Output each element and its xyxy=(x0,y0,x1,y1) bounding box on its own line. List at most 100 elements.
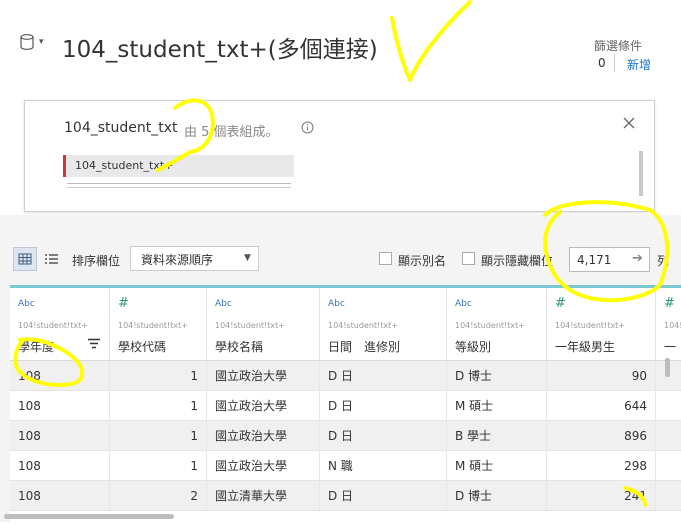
table-cell[interactable]: D 博士 xyxy=(447,481,547,511)
column-source: 104!student!txt+ xyxy=(664,321,681,330)
header-row: Abc 104!student!txt+ 學年度 # 104!student!t… xyxy=(10,288,681,361)
table-cell[interactable]: 國立政治大學 xyxy=(207,361,320,391)
table-row[interactable]: 108 1 國立政治大學 N 職 M 碩士 298 xyxy=(10,451,681,481)
cell-value: 108 xyxy=(18,399,41,413)
table-cell[interactable] xyxy=(656,451,681,481)
table-cell[interactable]: N 職 xyxy=(320,451,447,481)
table-cell[interactable] xyxy=(656,391,681,421)
number-type-icon[interactable]: # xyxy=(118,296,129,311)
cell-value: 1 xyxy=(190,399,198,413)
cell-value: 國立政治大學 xyxy=(215,429,288,443)
panel-scrollbar[interactable] xyxy=(639,151,643,196)
table-cell[interactable]: 108 xyxy=(10,361,110,391)
number-type-icon[interactable]: # xyxy=(664,296,675,311)
filters-divider xyxy=(614,54,615,72)
arrow-right-icon[interactable]: ➔ xyxy=(632,251,643,266)
sort-icon[interactable] xyxy=(88,338,100,349)
cell-value: D 博士 xyxy=(455,489,493,503)
column-header[interactable]: Abc 104!student!txt+ 等級別 xyxy=(447,288,547,360)
table-cell[interactable]: 1 xyxy=(110,361,207,391)
table-cell[interactable]: 108 xyxy=(10,481,110,511)
column-name: 學年度 xyxy=(18,340,55,354)
table-cell[interactable]: D 日 xyxy=(320,481,447,511)
column-source: 104!student!txt+ xyxy=(18,321,88,330)
table-cell[interactable]: 108 xyxy=(10,391,110,421)
cell-value: 241 xyxy=(624,489,647,503)
table-cell[interactable]: D 日 xyxy=(320,421,447,451)
column-source: 104!student!txt+ xyxy=(118,321,188,330)
table-cell[interactable] xyxy=(656,481,681,511)
table-pill-label: 104_student_txt+ xyxy=(75,159,174,172)
table-cell[interactable]: 國立清華大學 xyxy=(207,481,320,511)
datasource-title[interactable]: 104_student_txt+(多個連接) xyxy=(62,30,378,64)
info-icon[interactable] xyxy=(301,121,314,134)
connection-description: 由 5 個表組成。 xyxy=(184,125,279,140)
string-type-icon[interactable]: Abc xyxy=(455,299,472,309)
table-cell[interactable] xyxy=(656,421,681,451)
show-alias-label[interactable]: 顯示別名 xyxy=(398,252,446,269)
column-header[interactable]: # 104!student!txt+ 一年級男生 xyxy=(547,288,656,360)
table-cell[interactable]: 2 xyxy=(110,481,207,511)
table-row[interactable]: 108 1 國立政治大學 D 日 B 學士 896 xyxy=(10,421,681,451)
table-cell[interactable]: D 博士 xyxy=(447,361,547,391)
column-header[interactable]: Abc 104!student!txt+ 學年度 xyxy=(10,288,110,360)
table-cell[interactable]: 90 xyxy=(547,361,656,391)
cell-value: B 學士 xyxy=(455,429,492,443)
table-row[interactable]: 108 1 國立政治大學 D 日 M 碩士 644 xyxy=(10,391,681,421)
row-count-input[interactable]: 4,171 ➔ xyxy=(569,247,650,272)
cell-value: 298 xyxy=(624,459,647,473)
table-cell[interactable]: D 日 xyxy=(320,391,447,421)
grid-view-button[interactable] xyxy=(13,247,37,271)
cell-value: 國立清華大學 xyxy=(215,489,288,503)
vertical-scrollbar[interactable] xyxy=(665,358,670,377)
cell-value: 108 xyxy=(18,489,41,503)
column-header[interactable]: # 104!student!txt+ 一 xyxy=(656,288,681,360)
cell-value: 國立政治大學 xyxy=(215,459,288,473)
table-row[interactable]: 108 1 國立政治大學 D 日 D 博士 90 xyxy=(10,361,681,391)
column-header[interactable]: # 104!student!txt+ 學校代碼 xyxy=(110,288,207,360)
table-cell[interactable]: 1 xyxy=(110,391,207,421)
table-cell[interactable]: 國立政治大學 xyxy=(207,421,320,451)
table-cell[interactable]: 241 xyxy=(547,481,656,511)
table-cell[interactable]: 644 xyxy=(547,391,656,421)
column-source: 104!student!txt+ xyxy=(215,321,285,330)
table-cell[interactable]: M 碩士 xyxy=(447,391,547,421)
sort-field-select[interactable]: 資料來源順序 ▼ xyxy=(130,246,259,271)
show-hidden-label[interactable]: 顯示隱藏欄位 xyxy=(481,252,553,269)
string-type-icon[interactable]: Abc xyxy=(328,299,345,309)
column-name: 一 xyxy=(664,340,677,354)
column-name: 日間 進修別 xyxy=(328,340,401,354)
string-type-icon[interactable]: Abc xyxy=(18,299,35,309)
cell-value: 2 xyxy=(190,489,198,503)
table-cell[interactable]: 1 xyxy=(110,421,207,451)
table-cell[interactable]: 國立政治大學 xyxy=(207,451,320,481)
add-filter-link[interactable]: 新增 xyxy=(627,56,651,73)
table-cell[interactable]: 108 xyxy=(10,421,110,451)
column-header[interactable]: Abc 104!student!txt+ 日間 進修別 xyxy=(320,288,447,360)
table-cell[interactable]: D 日 xyxy=(320,361,447,391)
rows-label: 列 xyxy=(657,254,670,268)
table-row[interactable]: 108 2 國立清華大學 D 日 D 博士 241 xyxy=(10,481,681,511)
horizontal-scrollbar[interactable] xyxy=(4,514,174,519)
table-cell[interactable]: 1 xyxy=(110,451,207,481)
show-alias-checkbox[interactable] xyxy=(379,252,392,265)
show-hidden-checkbox[interactable] xyxy=(462,252,475,265)
table-cell[interactable]: 298 xyxy=(547,451,656,481)
number-type-icon[interactable]: # xyxy=(555,296,566,311)
table-cell[interactable]: 國立政治大學 xyxy=(207,391,320,421)
string-type-icon[interactable]: Abc xyxy=(215,299,232,309)
cell-value: D 日 xyxy=(328,489,354,503)
table-cell[interactable]: 896 xyxy=(547,421,656,451)
table-cell[interactable]: B 學士 xyxy=(447,421,547,451)
column-source: 104!student!txt+ xyxy=(555,321,625,330)
table-cell[interactable]: M 碩士 xyxy=(447,451,547,481)
column-name: 學校代碼 xyxy=(118,340,167,354)
sort-field-label: 排序欄位 xyxy=(72,254,121,268)
table-cell[interactable]: 108 xyxy=(10,451,110,481)
table-pill[interactable]: 104_student_txt+ xyxy=(63,155,294,177)
datasource-dropdown-icon[interactable]: ▾ xyxy=(39,37,44,47)
column-header[interactable]: Abc 104!student!txt+ 學校名稱 xyxy=(207,288,320,360)
list-view-icon[interactable] xyxy=(42,249,62,269)
close-icon[interactable] xyxy=(623,117,635,129)
database-icon[interactable] xyxy=(20,34,34,50)
